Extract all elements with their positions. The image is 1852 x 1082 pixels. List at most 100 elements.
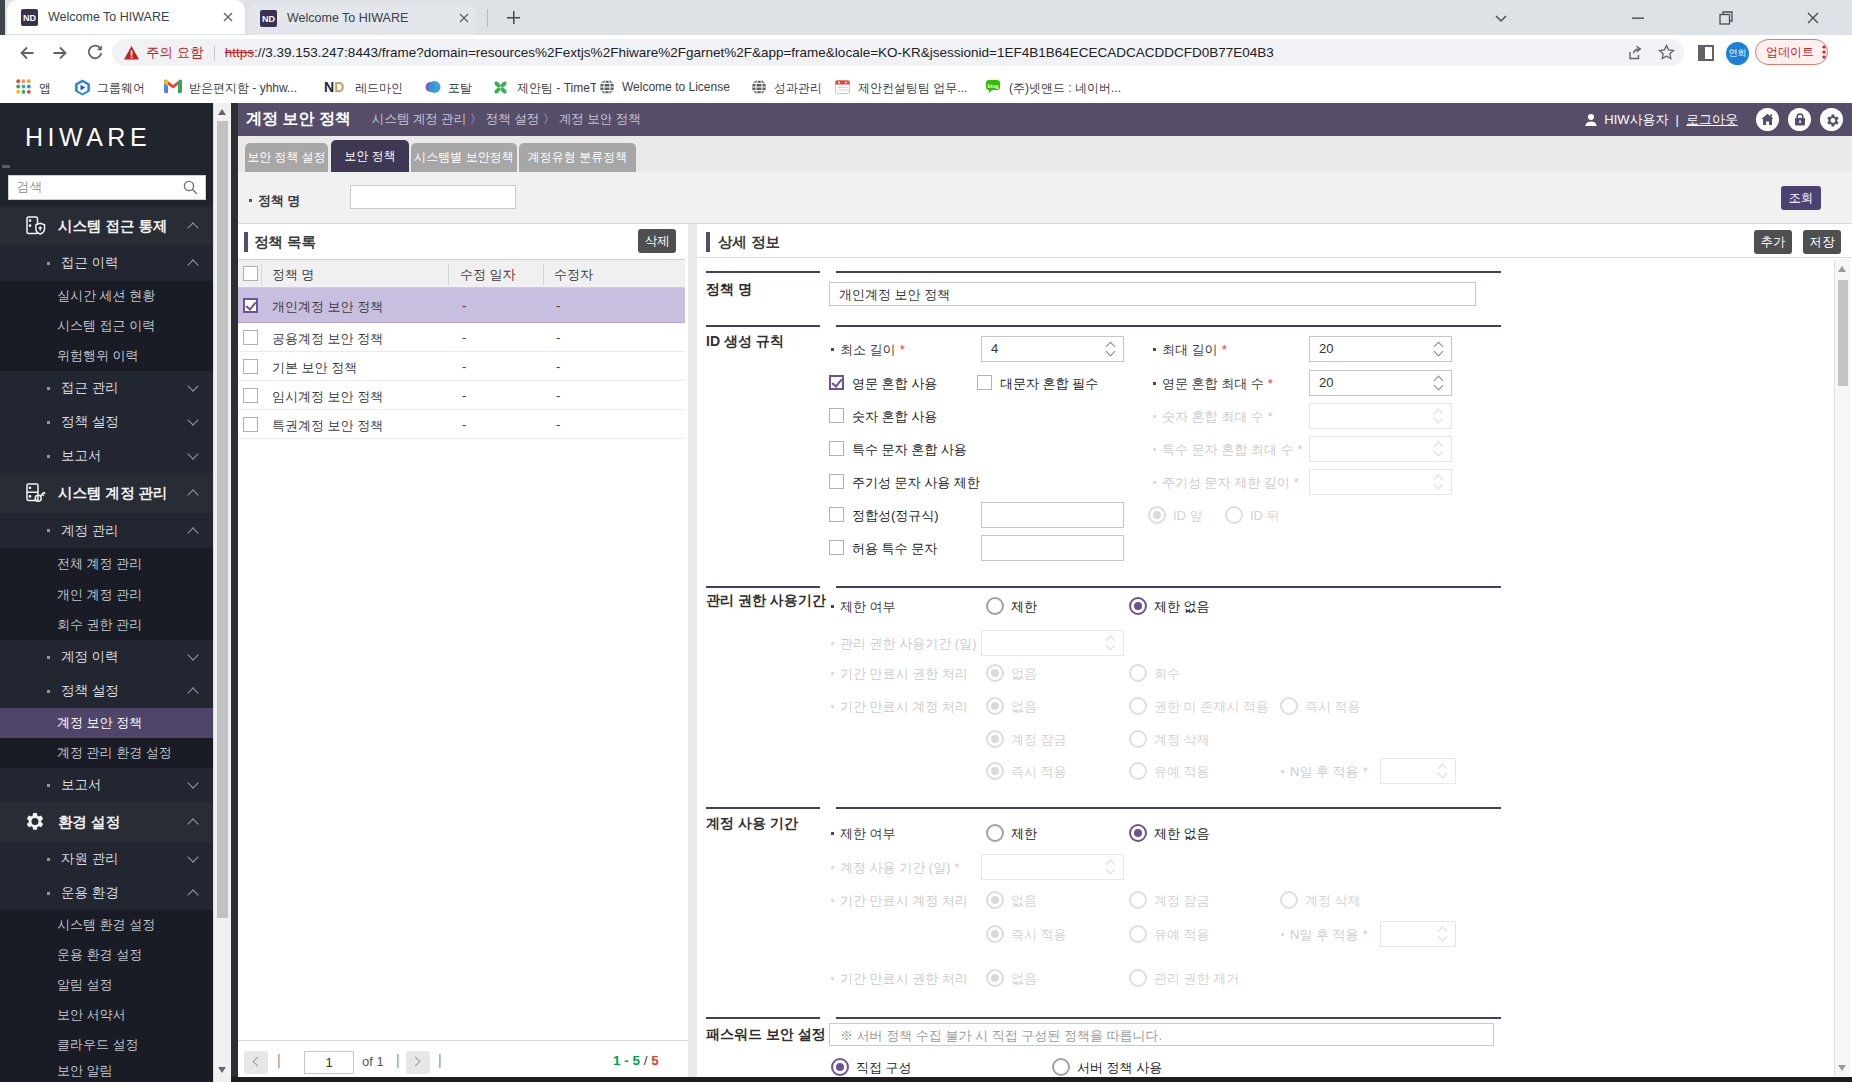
- search-button[interactable]: 조회: [1781, 186, 1821, 210]
- radio-id-front[interactable]: [1148, 506, 1166, 524]
- sidebar-item-account-env-settings[interactable]: 계정 관리 환경 설정: [0, 738, 213, 768]
- tab-security-policy-settings[interactable]: 보안 정책 설정: [245, 143, 328, 172]
- radio-acct-apply-now[interactable]: [986, 925, 1004, 943]
- sidebar-item-system-env-settings[interactable]: 시스템 환경 설정: [0, 910, 213, 940]
- reload-icon[interactable]: [85, 43, 105, 63]
- admin-days-spinner[interactable]: [981, 630, 1124, 656]
- sidebar-search-input[interactable]: 검색: [8, 175, 206, 200]
- spinner-down-icon[interactable]: [1106, 865, 1116, 875]
- sidebar-item-operation-environment[interactable]: 운용 환경: [0, 876, 213, 910]
- table-row[interactable]: 개인계정 보안 정책--: [238, 288, 685, 323]
- spinner-down-icon[interactable]: [1434, 347, 1444, 357]
- bookmark-item[interactable]: Welcome to License: [622, 80, 730, 94]
- sidebar-item-reports[interactable]: 보고서: [0, 439, 213, 473]
- detail-scrollbar[interactable]: [1834, 259, 1850, 1078]
- sidebar-item-all-accounts[interactable]: 전체 계정 관리: [0, 548, 213, 580]
- panel-splitter[interactable]: [231, 103, 238, 1082]
- sidebar-item-environment-settings[interactable]: 환경 설정: [0, 802, 213, 842]
- radio-admin-acct-delete[interactable]: [1129, 730, 1147, 748]
- number-max-spinner[interactable]: [1309, 403, 1452, 429]
- bookmark-item[interactable]: 앱: [39, 80, 51, 97]
- tab-close-icon[interactable]: [223, 12, 233, 22]
- scroll-down-icon[interactable]: [218, 1067, 226, 1073]
- checkbox-uppercase-required[interactable]: [977, 375, 992, 390]
- sidebar-item-system-access-control[interactable]: 시스템 접근 통제: [0, 207, 213, 245]
- table-row[interactable]: 기본 보안 정책--: [238, 352, 685, 381]
- column-header-modifier[interactable]: 수정자: [554, 266, 593, 284]
- radio-admin-apply-defer[interactable]: [1129, 762, 1147, 780]
- admin-ndays-spinner[interactable]: [1380, 758, 1456, 784]
- select-all-checkbox[interactable]: [243, 266, 258, 281]
- logout-link[interactable]: 로그아웃: [1686, 111, 1738, 129]
- new-tab-button[interactable]: [506, 10, 521, 25]
- radio-pw-server[interactable]: [1052, 1058, 1070, 1076]
- spinner-down-icon[interactable]: [1438, 932, 1448, 942]
- radio-pw-direct[interactable]: [831, 1058, 849, 1076]
- radio-admin-acct-noperm[interactable]: [1129, 697, 1147, 715]
- bookmark-item[interactable]: 성과관리: [774, 80, 822, 97]
- min-length-spinner[interactable]: 4: [981, 336, 1124, 362]
- sidebar-item-account-policy-settings[interactable]: 정책 설정: [0, 674, 213, 708]
- radio-acct-expire-delete[interactable]: [1280, 891, 1298, 909]
- sidebar-item-realtime-sessions[interactable]: 실시간 세션 현황: [0, 281, 213, 311]
- bookmark-item[interactable]: (주)넷앤드 : 네이버...: [1009, 80, 1121, 97]
- sidebar-item-cloud-settings[interactable]: 클라우드 설정: [0, 1030, 213, 1060]
- window-restore-button[interactable]: [1719, 11, 1733, 25]
- acct-ndays-spinner[interactable]: [1380, 921, 1456, 947]
- checkbox-number-mix[interactable]: [829, 408, 844, 423]
- sidebar-item-personal-accounts[interactable]: 개인 계정 관리: [0, 580, 213, 610]
- tab-close-icon[interactable]: [459, 13, 469, 23]
- browser-tab-1[interactable]: NDWelcome To HIWARE: [7, 0, 245, 34]
- tab-search-icon[interactable]: [1494, 11, 1508, 25]
- sidebar-item-access-history[interactable]: 접근 이력: [0, 245, 213, 281]
- checkbox-regex[interactable]: [829, 507, 844, 522]
- regex-input[interactable]: [981, 502, 1124, 528]
- checkbox-english-mix[interactable]: [829, 375, 844, 390]
- radio-admin-perm-none[interactable]: [986, 664, 1004, 682]
- sidebar-item-account-history[interactable]: 계정 이력: [0, 640, 213, 674]
- sidebar-item-security-pledge[interactable]: 보안 서약서: [0, 1000, 213, 1030]
- sidebar-item-notification-settings[interactable]: 알림 설정: [0, 970, 213, 1000]
- radio-acct-limit-yes[interactable]: [986, 824, 1004, 842]
- sidebar-item-account-management[interactable]: 계정 관리: [0, 513, 213, 548]
- page-number-input[interactable]: [304, 1051, 354, 1074]
- acct-days-spinner[interactable]: [981, 854, 1124, 880]
- side-panel-icon[interactable]: [1698, 45, 1714, 61]
- tab-account-type-policy[interactable]: 계정유형 분류정책: [519, 143, 636, 172]
- bookmark-item[interactable]: 제안팀 - TimeTree: [517, 80, 596, 97]
- sidebar-item-account-security-policy[interactable]: 계정 보안 정책: [0, 708, 213, 738]
- next-page-button[interactable]: [406, 1051, 430, 1074]
- radio-id-back[interactable]: [1225, 506, 1243, 524]
- tab-security-policy[interactable]: 보안 정책: [331, 140, 409, 172]
- bookmark-item[interactable]: 포탈: [448, 80, 472, 97]
- column-header-policy-name[interactable]: 정책 명: [272, 266, 315, 284]
- table-row[interactable]: 공용계정 보안 정책--: [238, 323, 685, 352]
- column-header-modified-date[interactable]: 수정 일자: [460, 266, 516, 284]
- spinner-down-icon[interactable]: [1434, 480, 1444, 490]
- browser-tab-2[interactable]: NDWelcome To HIWARE: [248, 3, 476, 35]
- sidebar-item-account-reports[interactable]: 보고서: [0, 768, 213, 802]
- add-button[interactable]: 추가: [1754, 230, 1792, 254]
- radio-admin-apply-now[interactable]: [986, 762, 1004, 780]
- window-close-button[interactable]: [1806, 11, 1820, 25]
- bookmark-item[interactable]: 받은편지함 - yhhw...: [189, 80, 297, 97]
- tab-system-security-policy[interactable]: 시스템별 보안정책: [411, 143, 517, 172]
- allowed-special-input[interactable]: [981, 535, 1124, 561]
- sidebar-collapse-handle[interactable]: [2, 165, 10, 168]
- bookmark-item[interactable]: 그룹웨어: [97, 80, 145, 97]
- max-length-spinner[interactable]: 20: [1309, 336, 1452, 362]
- sidebar-scrollbar-thumb[interactable]: [217, 121, 228, 918]
- sidebar-item-security-alert[interactable]: 보안 알림: [0, 1060, 213, 1082]
- forward-icon[interactable]: [50, 43, 70, 63]
- row-checkbox[interactable]: [243, 298, 258, 313]
- home-button[interactable]: [1756, 108, 1779, 131]
- radio-admin-acct-none[interactable]: [986, 697, 1004, 715]
- radio-acct-perm-none[interactable]: [986, 969, 1004, 987]
- update-button[interactable]: 업데이트: [1755, 39, 1828, 65]
- spinner-down-icon[interactable]: [1106, 641, 1116, 651]
- spinner-down-icon[interactable]: [1434, 447, 1444, 457]
- sidebar-item-policy-settings[interactable]: 정책 설정: [0, 405, 213, 439]
- settings-button[interactable]: [1820, 108, 1843, 131]
- scroll-down-icon[interactable]: [1838, 1065, 1846, 1071]
- lock-button[interactable]: [1788, 108, 1811, 131]
